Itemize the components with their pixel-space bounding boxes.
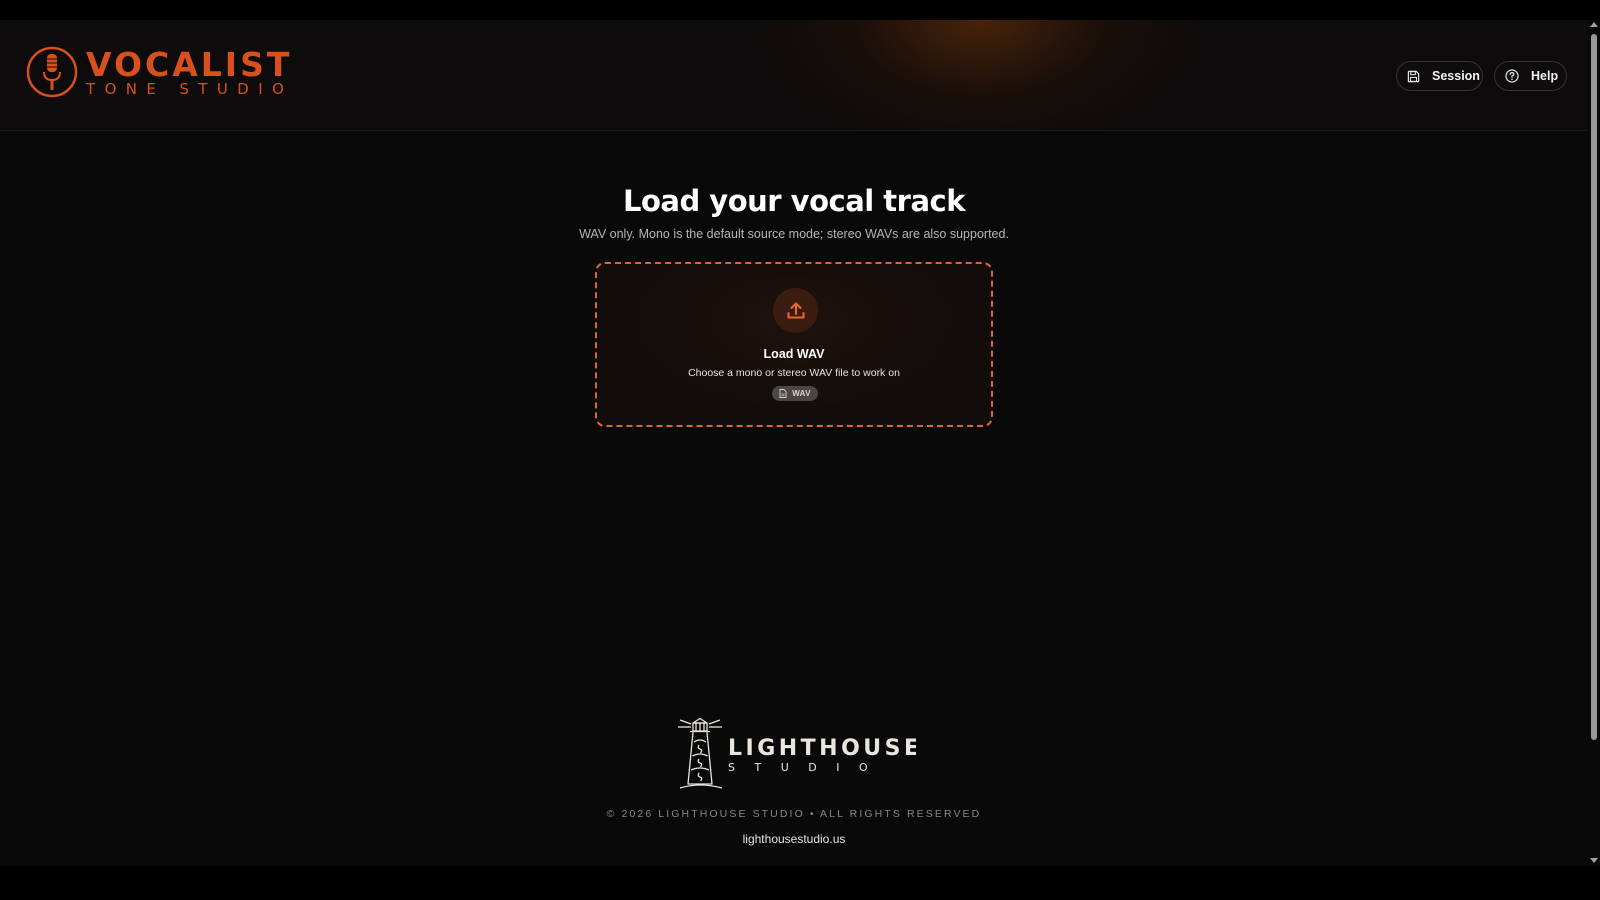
- upload-icon-badge: [773, 288, 818, 333]
- footer-copyright: © 2026 LIGHTHOUSE STUDIO • ALL RIGHTS RE…: [606, 808, 982, 820]
- session-button-label: Session: [1432, 69, 1480, 83]
- file-type-chip-label: WAV: [792, 389, 811, 398]
- page-title: Load your vocal track: [622, 184, 966, 218]
- footer-logo-sub: S T U D I O: [728, 761, 876, 774]
- logo-wordmark: VOCALIST: [86, 44, 293, 84]
- lighthouse-icon: [678, 718, 723, 789]
- upload-icon: [787, 302, 804, 318]
- help-circle-icon: [1505, 69, 1519, 83]
- save-icon: [1407, 69, 1420, 83]
- logo-text: VOCALIST TONE STUDIO: [86, 48, 293, 97]
- session-button[interactable]: Session: [1396, 61, 1483, 91]
- vocalist-logo[interactable]: VOCALIST TONE STUDIO: [26, 44, 293, 100]
- wav-dropzone[interactable]: Load WAV Choose a mono or stereo WAV fil…: [595, 262, 993, 427]
- scroll-thumb[interactable]: [1591, 34, 1597, 740]
- app-window: VOCALIST TONE STUDIO Session Help Load y…: [0, 20, 1588, 866]
- footer-website-link[interactable]: lighthousestudio.us: [0, 832, 1588, 846]
- footer-logo-word: LIGHTHOUSE: [728, 736, 916, 761]
- lighthouse-studio-logo[interactable]: LIGHTHOUSE S T U D I O: [676, 718, 916, 792]
- page-subtitle: WAV only. Mono is the default source mod…: [579, 227, 1009, 241]
- dropzone-title: Load WAV: [763, 347, 825, 361]
- vertical-scrollbar[interactable]: [1588, 20, 1600, 866]
- help-button[interactable]: Help: [1494, 61, 1567, 91]
- screen-top-edge: [0, 0, 1600, 20]
- screen-bottom-edge: [0, 866, 1600, 900]
- file-type-chip: WAV: [772, 386, 818, 401]
- scroll-up-arrow-icon[interactable]: [1590, 22, 1598, 27]
- scroll-down-arrow-icon[interactable]: [1590, 858, 1598, 863]
- dropzone-description: Choose a mono or stereo WAV file to work…: [688, 367, 900, 379]
- microphone-logo-icon: [26, 46, 78, 98]
- file-icon: [779, 389, 787, 398]
- logo-subtitle: TONE STUDIO: [86, 79, 294, 98]
- help-button-label: Help: [1531, 69, 1559, 83]
- app-header: VOCALIST TONE STUDIO Session Help: [0, 20, 1588, 131]
